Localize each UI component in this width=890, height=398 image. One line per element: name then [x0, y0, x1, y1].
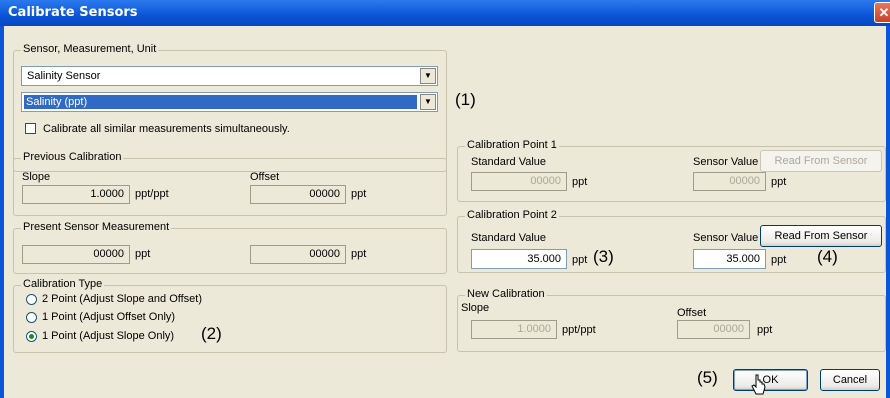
annotation-1: (1) — [455, 90, 476, 109]
chevron-down-icon[interactable]: ▼ — [420, 68, 436, 84]
present-measurement-unit-2: ppt — [351, 248, 367, 260]
radio-one-point-offset-label: 1 Point (Adjust Offset Only) — [42, 311, 176, 323]
radio-two-point-label: 2 Point (Adjust Slope and Offset) — [42, 293, 202, 305]
annotation-4: (4) — [817, 247, 838, 266]
calibrate-sensors-window: Calibrate Sensors ✕ Sensor, Measurement,… — [0, 0, 890, 398]
present-measurement-value-2: 00000 — [250, 245, 346, 264]
point1-sensor-value: 00000 — [693, 172, 766, 191]
mouse-pointer-icon — [751, 374, 766, 395]
window-title: Calibrate Sensors — [8, 5, 138, 20]
new-offset-value: 00000 — [677, 320, 750, 339]
new-slope-value: 1.0000 — [471, 320, 557, 339]
ok-button[interactable]: OK — [733, 369, 808, 391]
point1-read-from-sensor-button[interactable]: Read From Sensor — [760, 150, 882, 172]
group-legend: New Calibration — [465, 288, 547, 300]
point2-sensor-unit: ppt — [771, 254, 787, 266]
chevron-down-icon[interactable]: ▼ — [420, 94, 436, 110]
standard-value-label: Standard Value — [471, 156, 547, 168]
new-calibration-group: New Calibration Slope 1.0000 ppt/ppt Off… — [457, 288, 886, 352]
present-measurement-value: 00000 — [22, 245, 130, 264]
point2-read-from-sensor-button[interactable]: Read From Sensor — [760, 225, 882, 247]
sensor-value-label: Sensor Value — [693, 232, 759, 244]
calibrate-all-checkbox[interactable] — [25, 123, 36, 134]
previous-slope-value: 1.0000 — [22, 185, 130, 204]
radio-one-point-slope[interactable] — [26, 331, 37, 342]
calibration-point-2-group: Calibration Point 2 Standard Value ppt (… — [457, 209, 886, 273]
new-offset-unit: ppt — [757, 324, 773, 336]
previous-slope-unit: ppt/ppt — [135, 188, 169, 200]
sensor-select-value: Salinity Sensor — [27, 70, 101, 82]
point2-standard-unit: ppt — [572, 254, 588, 266]
new-slope-unit: ppt/ppt — [562, 324, 596, 336]
group-legend: Calibration Point 1 — [465, 139, 559, 151]
cancel-button[interactable]: Cancel — [820, 369, 880, 391]
present-measurement-unit: ppt — [135, 248, 151, 260]
group-legend: Calibration Point 2 — [465, 209, 559, 221]
annotation-5: (5) — [697, 368, 718, 387]
point1-standard-unit: ppt — [572, 176, 588, 188]
annotation-3: (3) — [593, 247, 614, 266]
standard-value-label: Standard Value — [471, 232, 547, 244]
radio-one-point-offset[interactable] — [26, 312, 37, 323]
offset-label: Offset — [677, 307, 707, 319]
annotation-2: (2) — [201, 324, 222, 343]
measurement-select-value: Salinity (ppt) — [24, 95, 417, 109]
previous-calibration-group: Previous Calibration Slope 1.0000 ppt/pp… — [13, 151, 447, 216]
title-bar[interactable]: Calibrate Sensors ✕ — [0, 0, 890, 26]
dialog-body: Sensor, Measurement, Unit Salinity Senso… — [4, 26, 886, 398]
calibrate-all-label: Calibrate all similar measurements simul… — [43, 123, 290, 135]
radio-two-point[interactable] — [26, 294, 37, 305]
group-legend: Calibration Type — [21, 278, 105, 290]
offset-label: Offset — [250, 171, 280, 183]
present-measurement-group: Present Sensor Measurement 00000 ppt 000… — [13, 221, 447, 274]
slope-label: Slope — [22, 171, 51, 183]
calibration-type-group: Calibration Type 2 Point (Adjust Slope a… — [13, 278, 447, 353]
previous-offset-value: 00000 — [250, 185, 346, 204]
point1-standard-value: 00000 — [471, 172, 567, 191]
slope-label: Slope — [461, 302, 490, 314]
close-icon[interactable]: ✕ — [874, 2, 890, 23]
calibration-point-1-group: Calibration Point 1 Standard Value 00000… — [457, 139, 886, 202]
radio-one-point-slope-label: 1 Point (Adjust Slope Only) — [42, 330, 175, 342]
point2-standard-value-input[interactable] — [471, 249, 567, 269]
sensor-select[interactable]: Salinity Sensor ▼ — [21, 66, 438, 86]
sensor-value-label: Sensor Value — [693, 156, 759, 168]
previous-offset-unit: ppt — [351, 188, 367, 200]
group-legend: Previous Calibration — [21, 151, 124, 163]
group-legend: Sensor, Measurement, Unit — [21, 43, 159, 55]
point1-sensor-unit: ppt — [771, 176, 787, 188]
measurement-select[interactable]: Salinity (ppt) ▼ — [21, 92, 438, 112]
group-legend: Present Sensor Measurement — [21, 221, 172, 233]
point2-sensor-value-input[interactable] — [693, 249, 766, 269]
